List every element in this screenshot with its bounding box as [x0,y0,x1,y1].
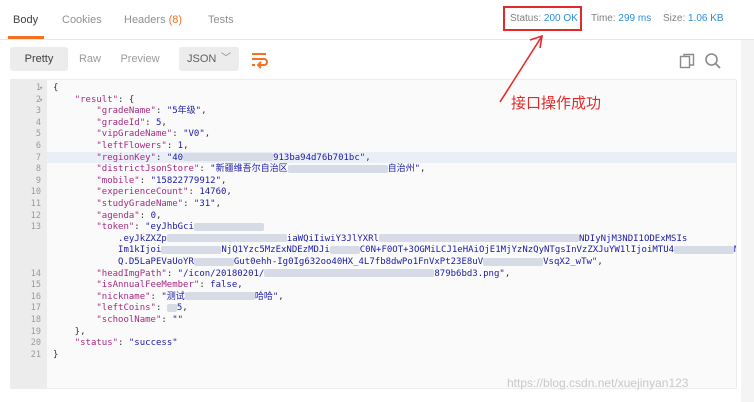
line-number: 13 [30,222,41,233]
code-text: "gradeName": "5年级", [96,106,207,117]
size-value: 1.06 KB [688,13,724,24]
headers-count-badge: (8) [168,14,183,26]
code-text: "studyGradeName": "31", [96,199,222,209]
watermark: https://blog.csdn.net/xuejinyan123 [507,376,689,390]
format-select-value: JSON [187,53,217,65]
code-text: "status": "success" [74,338,178,349]
line-number: 20 [30,338,41,349]
active-tab-indicator [8,36,44,39]
line-number: 6 [35,141,41,151]
wrap-lines-button[interactable] [246,47,272,71]
line-number: 11 [30,199,41,209]
code-text: "districtJsonStore": "新疆维吾尔自治区 自治州", [96,164,426,175]
code-text: "token": "eyJhbGci [53,222,264,233]
line-number: 15 [30,280,41,291]
success-annotation: 接口操作成功 [511,94,602,112]
code-text: "leftCoins": 5, [96,303,188,314]
tab-body[interactable]: Body [13,14,38,26]
code-text: "result": { [74,94,135,105]
code-text: .eyJkZXZp iaWQiIiwiY3JlYXRl NDIyNjM3NDI1OD… [118,233,688,244]
code-text: "agenda": 0, [96,210,162,221]
code-text: Q.D5LaPEVaUoYR Gut0ehh-Ig0Ig632oo40HX_4L7… [118,257,603,267]
fold-toggle-icon[interactable]: ▾ [39,83,43,94]
preview-button[interactable]: Preview [112,47,168,71]
code-text: "leftFlowers": 1, [96,141,189,151]
code-text: "nickname": "测试 哈哈", [96,291,284,302]
line-number: 14 [30,268,41,279]
line-number: 2 [35,94,41,105]
line-number: 3 [35,106,41,117]
chevron-down-icon: ﹀ [221,53,231,64]
view-toolbar: Pretty Raw Preview JSON ﹀ [0,40,754,78]
wrap-lines-icon [252,53,268,69]
code-text: { [53,83,59,93]
size-label: Size: [663,13,686,24]
tab-tests[interactable]: Tests [208,14,234,26]
line-number: 19 [30,326,41,337]
code-text: "headImgPath": "/icon/20180201/879b6bd3.… [96,268,511,279]
line-number: 10 [30,187,41,198]
code-text: "mobile": "15822779912", [96,175,227,186]
code-text: "gradeId": 5, [96,117,167,128]
line-number: 21 [30,349,41,360]
scrollbar[interactable] [741,40,754,402]
line-number: 12 [30,210,41,221]
raw-button[interactable]: Raw [70,47,110,71]
time-label: Time: [591,13,616,24]
time-readout: Time: 299 ms [591,13,651,24]
copy-icon[interactable] [679,53,695,69]
response-tabbar: Body Cookies Headers (8) Tests Status: 2… [0,0,754,40]
line-number: 18 [30,315,41,325]
search-icon[interactable] [704,52,722,70]
format-select[interactable]: JSON ﹀ [179,47,239,71]
pretty-button[interactable]: Pretty [10,47,68,71]
fold-toggle-icon[interactable]: ▾ [39,95,43,106]
code-text: "schoolName": "" [96,315,184,325]
code-text: "isAnnualFeeMember": false, [96,280,243,291]
line-number: 7 [35,152,41,163]
code-text: }, [53,326,86,337]
code-text: Im1kIjoi NjQ1Yzc5MzExNDEzMDJi C0N+F0OT+3OG… [53,245,736,256]
response-body-editor[interactable]: 1 ▾{2 ▾ "result": {3 "gradeName": "5年级", 4 … [10,79,737,389]
status-highlight-box [503,6,582,31]
line-number: 5 [35,129,41,140]
line-number: 9 [35,175,41,186]
line-number: 16 [30,291,41,302]
tab-headers[interactable]: Headers (8) [124,14,182,26]
time-value: 299 ms [618,13,652,24]
code-text: "vipGradeName": "V0", [96,129,211,140]
line-number: 1 [35,83,41,93]
code-text: } [53,349,59,360]
line-number: 17 [30,303,41,314]
line-number: 4 [35,117,41,128]
tab-headers-label: Headers [124,14,166,26]
size-readout: Size: 1.06 KB [663,13,724,24]
code-text: "regionKey": "40 913ba94d76b701bc", [96,152,371,163]
code-text: "experienceCount": 14760, [96,187,232,198]
tab-cookies[interactable]: Cookies [62,14,102,26]
line-number: 8 [35,164,41,175]
